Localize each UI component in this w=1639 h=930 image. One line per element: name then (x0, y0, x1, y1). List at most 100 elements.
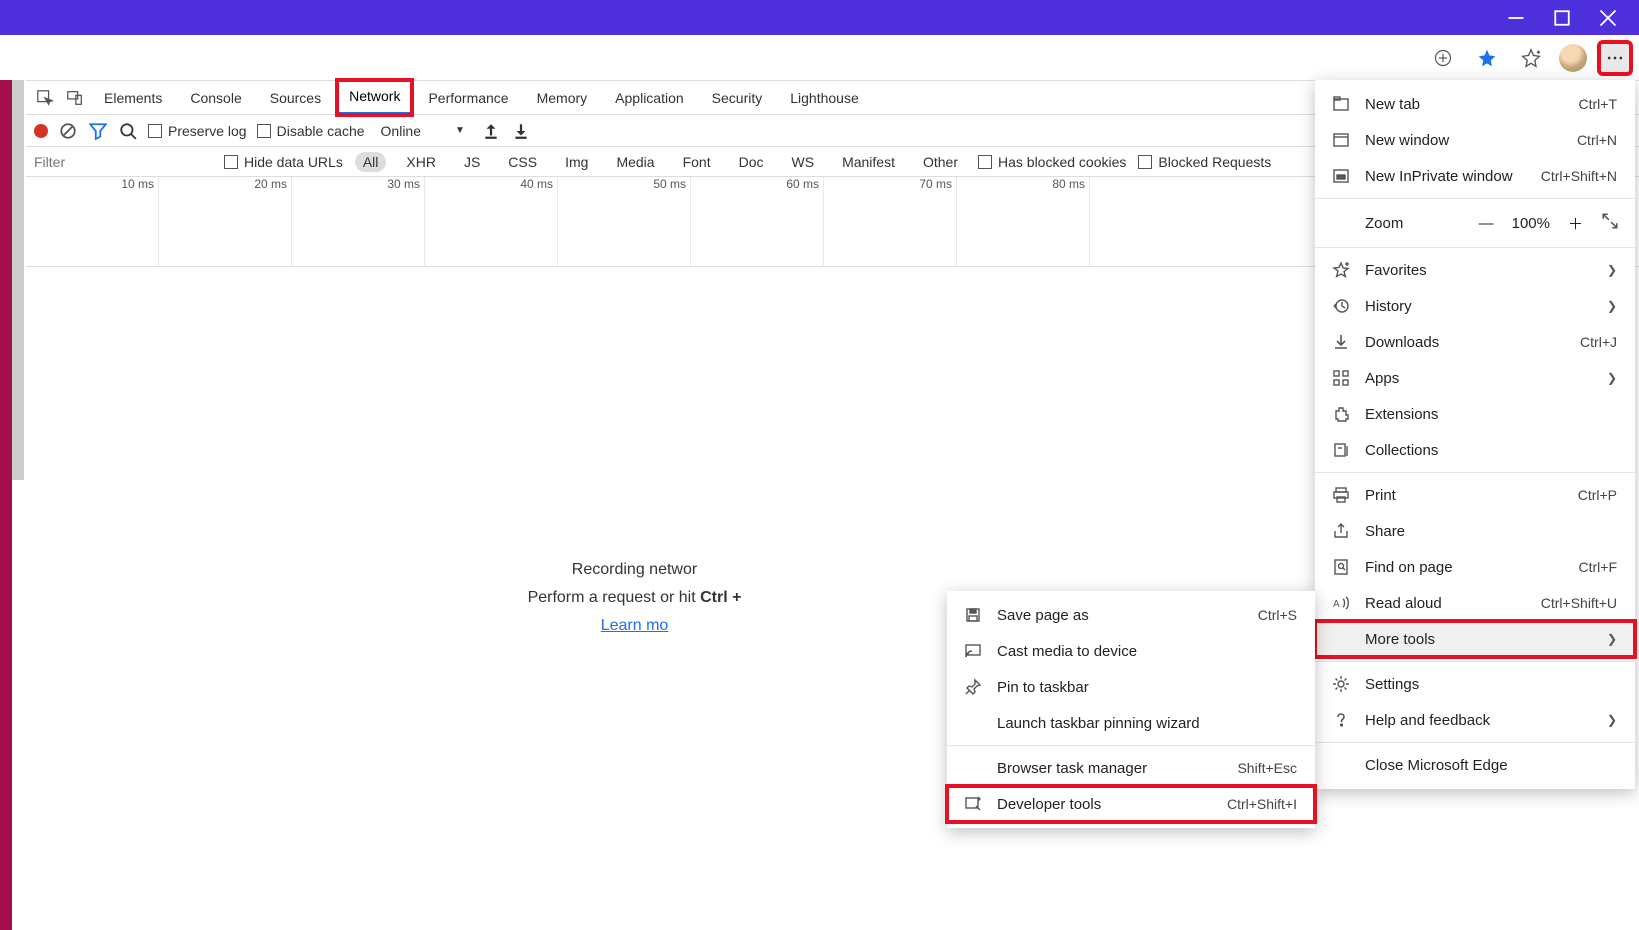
menu-find[interactable]: Find on page Ctrl+F (1315, 549, 1635, 585)
collections-icon[interactable] (1515, 42, 1547, 74)
print-icon (1331, 486, 1351, 504)
has-blocked-cookies-checkbox[interactable]: Has blocked cookies (978, 154, 1126, 170)
filter-type-js[interactable]: JS (456, 152, 488, 172)
filter-type-doc[interactable]: Doc (731, 152, 772, 172)
minimize-button[interactable] (1493, 0, 1539, 35)
submenu-label: Cast media to device (997, 643, 1297, 660)
learn-more-link[interactable]: Learn mo (601, 617, 669, 635)
add-tab-icon[interactable] (1427, 42, 1459, 74)
menu-label: Read aloud (1365, 595, 1527, 612)
pin-icon (963, 678, 983, 696)
submenu-developer-tools[interactable]: Developer tools Ctrl+Shift+I (947, 786, 1315, 822)
tab-network[interactable]: Network (337, 80, 412, 115)
menu-label: Apps (1365, 370, 1593, 387)
menu-extensions[interactable]: Extensions (1315, 396, 1635, 432)
submenu-wizard[interactable]: Launch taskbar pinning wizard (947, 705, 1315, 741)
preserve-log-checkbox[interactable]: Preserve log (148, 123, 247, 139)
menu-print[interactable]: Print Ctrl+P (1315, 477, 1635, 513)
hide-data-urls-checkbox[interactable]: Hide data URLs (224, 154, 343, 170)
throttle-select[interactable]: Online▼ (375, 123, 471, 139)
menu-label: New InPrivate window (1365, 168, 1527, 185)
has-blocked-label: Has blocked cookies (998, 154, 1126, 170)
disable-cache-checkbox[interactable]: Disable cache (257, 123, 365, 139)
window-titlebar (0, 0, 1639, 35)
tab-sources[interactable]: Sources (258, 82, 333, 114)
fullscreen-button[interactable] (1601, 212, 1619, 234)
tab-application[interactable]: Application (603, 82, 696, 114)
submenu-shortcut: Shift+Esc (1237, 760, 1297, 776)
tick: 40 ms (425, 177, 558, 267)
filter-type-xhr[interactable]: XHR (398, 152, 444, 172)
menu-shortcut: Ctrl+F (1579, 559, 1618, 575)
menu-new-tab[interactable]: New tab Ctrl+T (1315, 86, 1635, 122)
submenu-save-page[interactable]: Save page as Ctrl+S (947, 597, 1315, 633)
menu-favorites[interactable]: Favorites ❯ (1315, 252, 1635, 288)
profile-avatar[interactable] (1559, 44, 1587, 72)
menu-collections[interactable]: Collections (1315, 432, 1635, 468)
menu-label: Find on page (1365, 559, 1565, 576)
menu-downloads[interactable]: Downloads Ctrl+J (1315, 324, 1635, 360)
submenu-cast[interactable]: Cast media to device (947, 633, 1315, 669)
tick: 50 ms (558, 177, 691, 267)
menu-label: Print (1365, 487, 1564, 504)
menu-label: More tools (1365, 631, 1593, 648)
menu-share[interactable]: Share (1315, 513, 1635, 549)
menu-settings[interactable]: Settings (1315, 666, 1635, 702)
menu-close-edge[interactable]: Close Microsoft Edge (1315, 747, 1635, 783)
menu-history[interactable]: History ❯ (1315, 288, 1635, 324)
zoom-value: 100% (1512, 215, 1550, 232)
save-icon (963, 606, 983, 624)
chevron-right-icon: ❯ (1607, 632, 1617, 646)
close-button[interactable] (1585, 0, 1631, 35)
filter-type-ws[interactable]: WS (784, 152, 823, 172)
filter-icon[interactable] (88, 122, 108, 140)
filter-type-font[interactable]: Font (675, 152, 719, 172)
record-button[interactable] (34, 124, 48, 138)
upload-icon[interactable] (481, 122, 501, 140)
menu-help[interactable]: Help and feedback ❯ (1315, 702, 1635, 738)
submenu-pin[interactable]: Pin to taskbar (947, 669, 1315, 705)
tick: 70 ms (824, 177, 957, 267)
tick: 30 ms (292, 177, 425, 267)
zoom-in-button[interactable]: ＋ (1568, 213, 1583, 234)
find-icon (1331, 558, 1351, 576)
tab-elements[interactable]: Elements (92, 82, 174, 114)
clear-icon[interactable] (58, 122, 78, 140)
tab-performance[interactable]: Performance (416, 82, 520, 114)
menu-new-window[interactable]: New window Ctrl+N (1315, 122, 1635, 158)
search-icon[interactable] (118, 122, 138, 140)
chevron-right-icon: ❯ (1607, 713, 1617, 727)
tab-security[interactable]: Security (700, 82, 775, 114)
download-icon[interactable] (511, 122, 531, 140)
maximize-button[interactable] (1539, 0, 1585, 35)
apps-icon (1331, 369, 1351, 387)
filter-type-other[interactable]: Other (915, 152, 966, 172)
collections-menu-icon (1331, 441, 1351, 459)
submenu-task-manager[interactable]: Browser task manager Shift+Esc (947, 750, 1315, 786)
tick: 10 ms (26, 177, 159, 267)
more-menu-button[interactable] (1599, 42, 1631, 74)
tab-lighthouse[interactable]: Lighthouse (778, 82, 871, 114)
zoom-out-button[interactable]: — (1479, 215, 1494, 232)
filter-type-manifest[interactable]: Manifest (834, 152, 903, 172)
extensions-icon (1331, 405, 1351, 423)
filter-type-css[interactable]: CSS (500, 152, 545, 172)
device-toggle-icon[interactable] (62, 85, 88, 111)
menu-new-inprivate[interactable]: New InPrivate window Ctrl+Shift+N (1315, 158, 1635, 194)
filter-type-media[interactable]: Media (608, 152, 662, 172)
menu-read-aloud[interactable]: A Read aloud Ctrl+Shift+U (1315, 585, 1635, 621)
filter-input[interactable] (32, 150, 212, 174)
favorites-star-icon[interactable] (1471, 42, 1503, 74)
tab-console[interactable]: Console (178, 82, 253, 114)
settings-icon (1331, 675, 1351, 693)
menu-apps[interactable]: Apps ❯ (1315, 360, 1635, 396)
filter-type-img[interactable]: Img (557, 152, 596, 172)
tab-memory[interactable]: Memory (525, 82, 600, 114)
new-tab-icon (1331, 95, 1351, 113)
blocked-requests-checkbox[interactable]: Blocked Requests (1138, 154, 1271, 170)
filter-type-all[interactable]: All (355, 152, 387, 172)
menu-label: Downloads (1365, 334, 1566, 351)
inspect-element-icon[interactable] (32, 85, 58, 111)
menu-more-tools[interactable]: More tools ❯ (1315, 621, 1635, 657)
menu-zoom: Zoom — 100% ＋ (1315, 203, 1635, 243)
